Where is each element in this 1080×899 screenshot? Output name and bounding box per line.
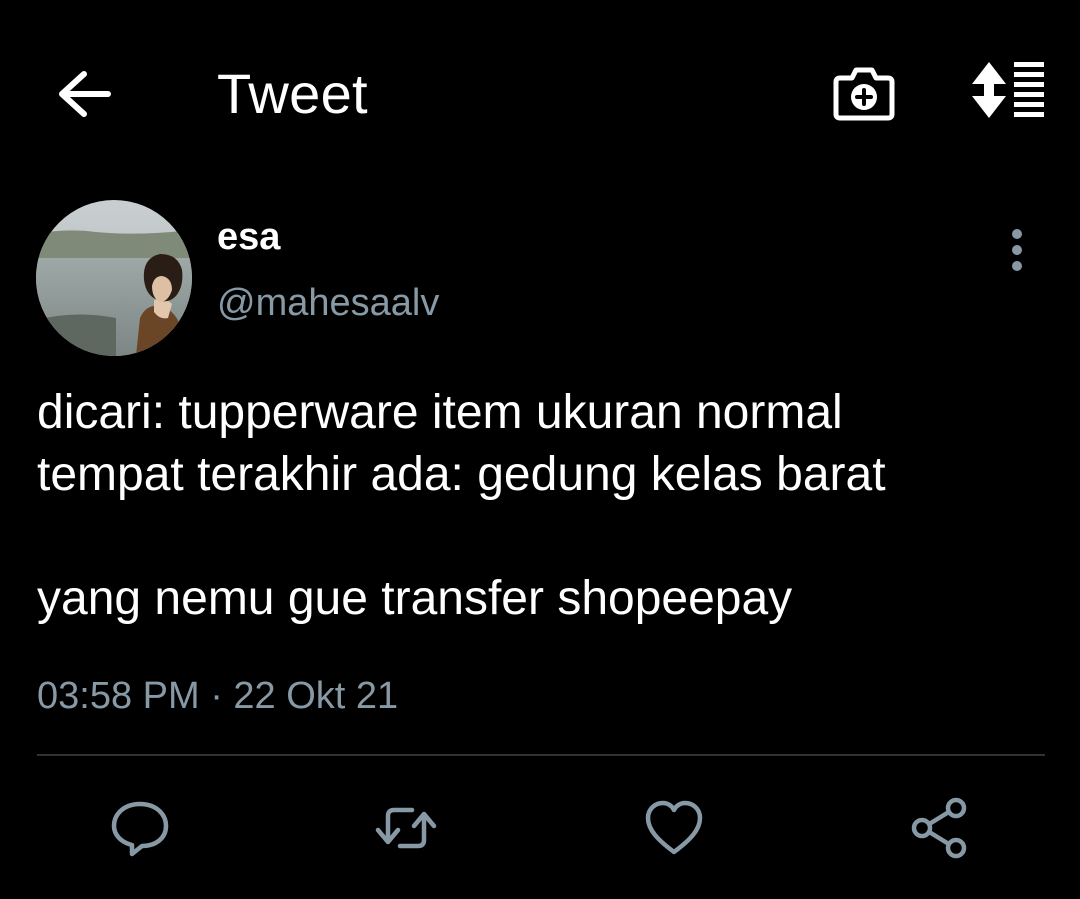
camera-button[interactable] xyxy=(830,62,898,124)
retweet-icon xyxy=(375,807,437,849)
divider xyxy=(37,754,1045,756)
profile-photo xyxy=(36,200,192,356)
reply-button[interactable] xyxy=(106,794,174,862)
reply-bubble-icon xyxy=(111,801,169,857)
tweet-text: dicari: tupperware item ukuran normal te… xyxy=(37,386,886,625)
more-vertical-icon xyxy=(1012,229,1022,271)
display-name[interactable]: esa xyxy=(217,214,280,260)
sort-button[interactable] xyxy=(966,60,1050,124)
back-button[interactable] xyxy=(52,66,114,122)
arrow-left-icon xyxy=(59,71,111,117)
more-options-button[interactable] xyxy=(996,226,1038,274)
user-handle[interactable]: @mahesaalv xyxy=(217,280,439,326)
share-icon xyxy=(911,797,967,859)
heart-icon xyxy=(645,800,703,855)
avatar[interactable] xyxy=(36,200,192,356)
sort-list-icon xyxy=(972,62,1044,118)
top-bar: Tweet xyxy=(0,0,1080,190)
share-button[interactable] xyxy=(906,794,974,862)
retweet-button[interactable] xyxy=(372,794,440,862)
like-button[interactable] xyxy=(640,794,708,862)
tweet-timestamp[interactable]: 03:58 PM · 22 Okt 21 xyxy=(37,672,398,720)
page-title: Tweet xyxy=(217,62,368,125)
camera-plus-icon xyxy=(833,67,895,121)
